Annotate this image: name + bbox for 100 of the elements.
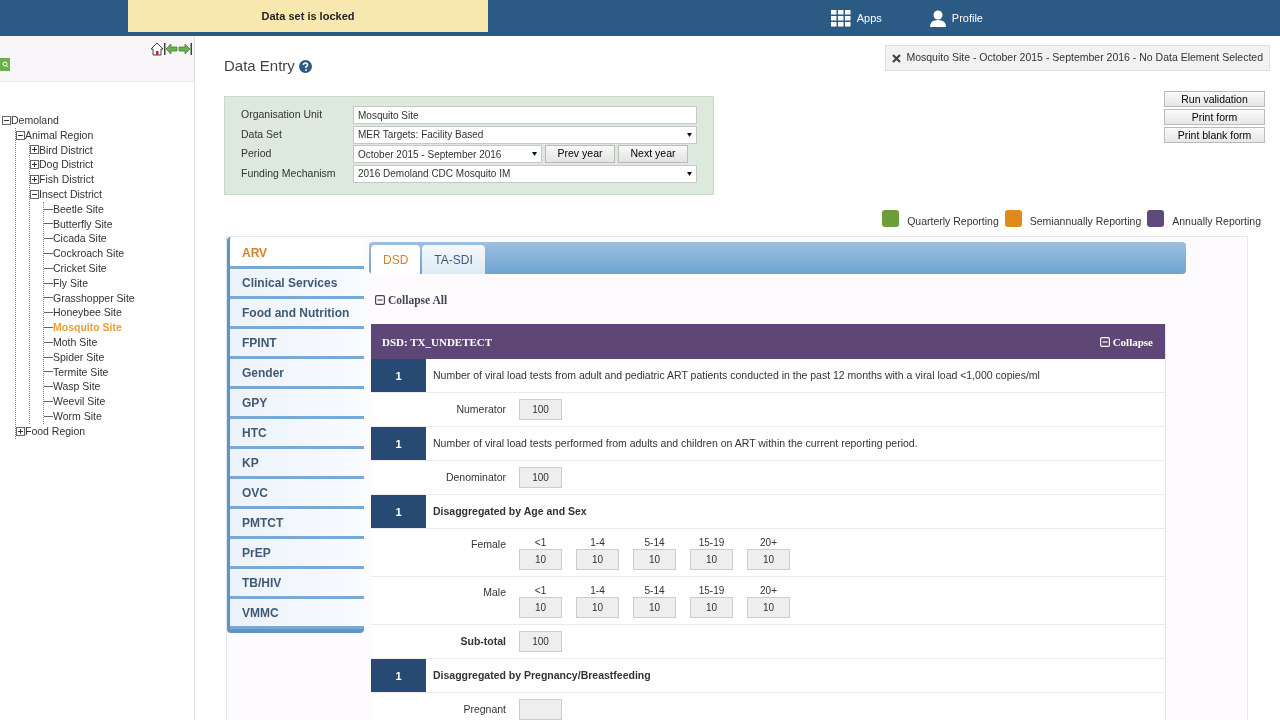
section-tab[interactable]: OVC	[230, 479, 364, 510]
tree-item[interactable]: Beetle Site	[53, 201, 104, 217]
legend-label: Quarterly Reporting	[907, 213, 999, 229]
apps-link[interactable]: Apps	[830, 9, 882, 27]
select-field[interactable]: 2016 Demoland CDC Mosquito IM	[353, 164, 697, 183]
close-icon[interactable]	[892, 53, 902, 63]
value-input[interactable]: 10	[576, 597, 619, 619]
year-button[interactable]: Next year	[618, 145, 688, 164]
tree-item[interactable]: Grasshopper Site	[53, 290, 135, 306]
tree-item[interactable]: Cricket Site	[53, 260, 107, 276]
tree-item[interactable]: Cicada Site	[53, 231, 107, 247]
section-tab[interactable]: FPINT	[230, 329, 364, 360]
age-header: 1-4	[590, 584, 605, 598]
collapse-icon[interactable]	[16, 130, 25, 140]
collapse-icon[interactable]	[30, 189, 39, 199]
year-button[interactable]: Prev year	[545, 145, 615, 164]
tree-item[interactable]: Bird District	[39, 142, 93, 158]
select-field[interactable]: MER Targets: Facility Based	[353, 125, 697, 144]
expand-icon[interactable]	[30, 160, 39, 170]
collapse-link[interactable]: Collapse	[1099, 333, 1153, 350]
expand-icon[interactable]	[16, 426, 25, 436]
value-label: Female	[470, 537, 507, 553]
section-tab[interactable]: VMMC	[230, 599, 364, 630]
tree-item[interactable]: Termite Site	[53, 364, 109, 380]
value-input[interactable]: 10	[519, 597, 562, 619]
collapse-all-link[interactable]: Collapse All	[375, 291, 448, 309]
tree-item[interactable]: Insect District	[39, 187, 102, 202]
age-header: 15-19	[698, 584, 725, 598]
value-label: Sub-total	[459, 634, 507, 650]
element-description: Number of viral load tests performed from adults and children on ART within the current reporting period.	[432, 435, 918, 451]
caret-icon	[532, 152, 537, 157]
input-field[interactable]: Mosquito Site	[353, 106, 697, 125]
tree-item[interactable]: Wasp Site	[53, 379, 101, 395]
caret-icon	[687, 171, 692, 176]
tree-item[interactable]: Spider Site	[53, 349, 105, 365]
section-tab[interactable]: PMTCT	[230, 509, 364, 540]
section-tab[interactable]: GPY	[230, 389, 364, 420]
element-description: Number of viral load tests from adult and pediatric ART patients conducted in the past 12 months with a viral load <1,000 copies/ml	[432, 367, 1040, 383]
section-tab[interactable]: Gender	[230, 359, 364, 390]
page-title: Data Entry	[224, 56, 295, 76]
value-input[interactable]: 100	[519, 467, 562, 489]
value-label: Pregnant	[462, 702, 507, 718]
value-input[interactable]: 10	[633, 597, 676, 619]
element-number: 1	[371, 427, 426, 461]
value-input[interactable]: 10	[576, 549, 619, 571]
expand-icon[interactable]	[30, 175, 39, 185]
tree-item[interactable]: Cockroach Site	[53, 246, 125, 261]
tree-item[interactable]: Fly Site	[53, 275, 88, 291]
age-header: 20+	[760, 584, 777, 598]
locked-notice: Data set is locked	[128, 0, 488, 32]
tree-item[interactable]: Food Region	[25, 423, 86, 439]
apps-grid-icon	[830, 9, 851, 27]
field-label: Funding Mechanism	[241, 165, 337, 181]
profile-link[interactable]: Profile	[929, 9, 983, 27]
value-input[interactable]: 10	[633, 549, 676, 571]
expand-icon[interactable]	[30, 145, 39, 155]
element-number: 1	[371, 495, 426, 529]
value-label: Denominator	[444, 470, 507, 486]
action-button[interactable]: Print blank form	[1164, 127, 1265, 143]
form-tab[interactable]: TA-SDI	[422, 245, 485, 275]
tree-item[interactable]: Demoland	[11, 113, 59, 128]
tree-item[interactable]: Moth Site	[53, 334, 98, 350]
value-input[interactable]	[519, 699, 562, 720]
help-icon[interactable]	[298, 59, 312, 73]
action-button[interactable]: Run validation	[1164, 91, 1265, 107]
age-header: 5-14	[644, 536, 665, 550]
tree-item[interactable]: Dog District	[39, 157, 94, 173]
section-tab[interactable]: Clinical Services	[230, 269, 364, 300]
element-description: Disaggregated by Age and Sex	[432, 503, 587, 519]
home-icon[interactable]	[150, 42, 164, 56]
value-input[interactable]: 10	[690, 597, 733, 619]
tree-item[interactable]: Butterfly Site	[53, 216, 113, 232]
select-field[interactable]: October 2015 - September 2016	[353, 145, 542, 164]
value-input[interactable]: 10	[747, 549, 790, 571]
tree-item[interactable]: Honeybee Site	[53, 305, 122, 321]
collapse-left-icon[interactable]	[164, 42, 178, 56]
tree-item[interactable]: Fish District	[39, 172, 94, 187]
field-label: Organisation Unit	[241, 107, 324, 123]
expand-right-icon[interactable]	[178, 42, 192, 56]
section-tab[interactable]: KP	[230, 449, 364, 480]
collapse-icon[interactable]	[2, 115, 11, 125]
section-tab[interactable]: HTC	[230, 419, 364, 450]
section-title: DSD: TX_UNDETECT	[382, 334, 493, 350]
age-header: 1-4	[590, 536, 605, 550]
tree-item[interactable]: Worm Site	[53, 408, 102, 424]
value-input[interactable]: 10	[690, 549, 733, 571]
element-number: 1	[371, 359, 426, 393]
value-input[interactable]: 10	[519, 549, 562, 571]
section-tab[interactable]: TB/HIV	[230, 569, 364, 600]
value-input[interactable]: 100	[519, 631, 562, 653]
action-button[interactable]: Print form	[1164, 109, 1265, 125]
legend-label: Semiannually Reporting	[1029, 213, 1142, 229]
section-tab[interactable]: Food and Nutrition	[230, 299, 364, 330]
value-input[interactable]: 100	[519, 399, 562, 421]
tree-item[interactable]: Weevil Site	[53, 394, 106, 409]
value-input[interactable]: 10	[747, 597, 790, 619]
caret-icon	[687, 132, 692, 137]
person-icon	[929, 9, 946, 27]
section-tab[interactable]: PrEP	[230, 539, 364, 570]
tree-item[interactable]: Animal Region	[25, 127, 94, 143]
